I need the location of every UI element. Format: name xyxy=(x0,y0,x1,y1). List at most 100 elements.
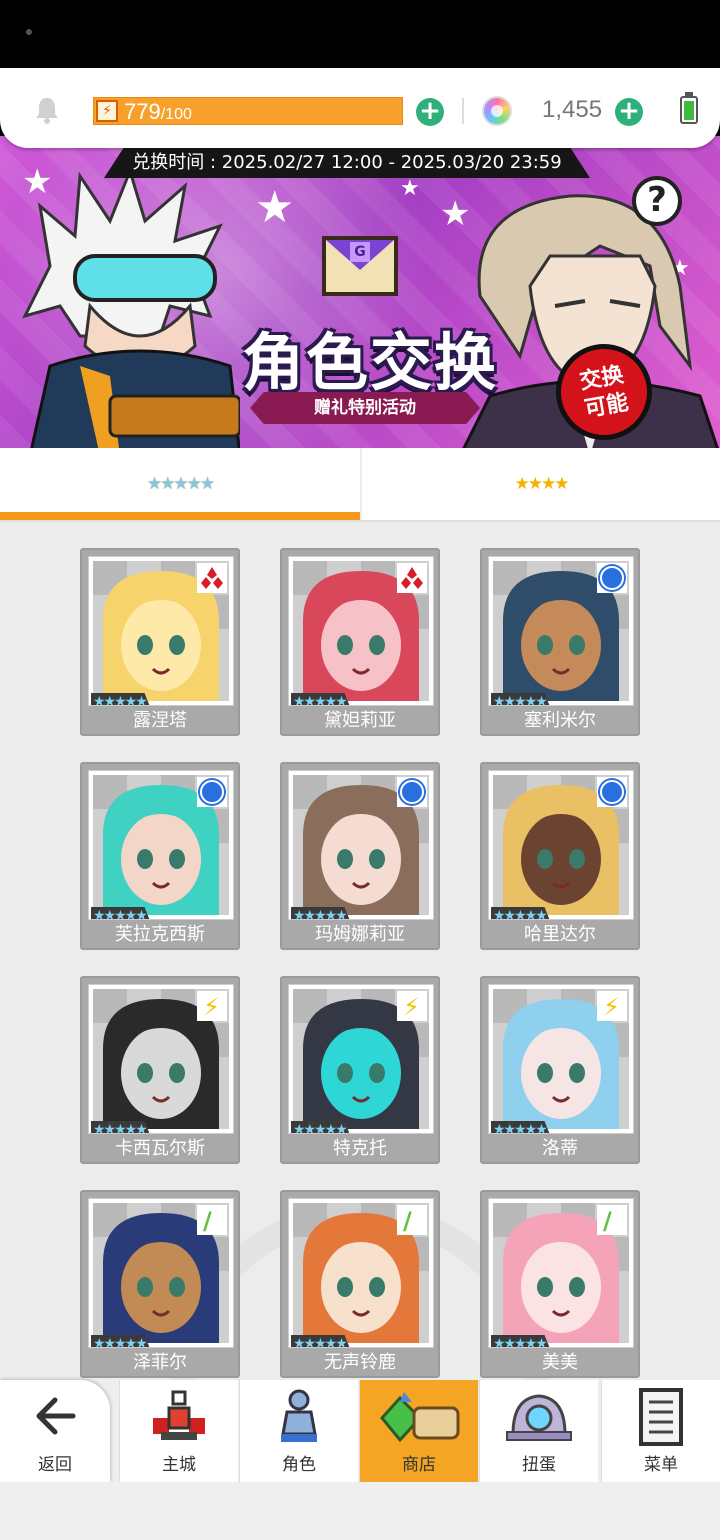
lightning-icon: ⚡ xyxy=(397,991,427,1021)
banner-subtitle: 赠礼特别活动 xyxy=(250,392,480,424)
rarity-stars: ★★★★★ xyxy=(291,907,352,919)
help-button[interactable]: ? xyxy=(632,176,682,226)
character-grid: ★★★★★ 露涅塔 ★★★★★ 黛妲莉亚 ★★★★★ 塞利米尔 ★★★★★ 芙拉克西斯 ★★★★… xyxy=(0,522,720,1382)
character-card[interactable]: / ★★★★★ 泽菲尔 xyxy=(80,1190,240,1378)
bottom-nav: 返回 主城 角色 商店 扭蛋 菜单 xyxy=(0,1380,720,1482)
character-name: 卡西瓦尔斯 xyxy=(115,1138,205,1159)
rarity-stars: ★★★★★ xyxy=(291,1121,352,1133)
character-name: 塞利米尔 xyxy=(524,710,596,731)
nav-character[interactable]: 角色 xyxy=(240,1380,358,1482)
blue-circle-icon xyxy=(597,777,627,807)
character-card[interactable]: ★★★★★ 塞利米尔 xyxy=(480,548,640,736)
gacha-icon xyxy=(506,1394,572,1441)
character-card[interactable]: ⚡ ★★★★★ 洛蒂 xyxy=(480,976,640,1164)
system-nav-bar xyxy=(0,1482,720,1540)
leaf-icon: / xyxy=(397,1205,427,1235)
event-banner[interactable]: ★ ★ ★ ★ ★ 兑换时间 : 2025.02/27 12:00 - 2025… xyxy=(0,136,720,448)
nav-shop[interactable]: 商店 xyxy=(360,1380,478,1482)
character-name: 洛蒂 xyxy=(542,1138,578,1159)
nav-castle[interactable]: 主城 xyxy=(120,1380,238,1482)
nav-shop-label: 商店 xyxy=(402,1455,436,1475)
badge-line-2: 可能 xyxy=(582,390,631,423)
character-portrait: ★★★★★ xyxy=(88,556,234,706)
blue-circle-icon xyxy=(197,777,227,807)
character-portrait: / ★★★★★ xyxy=(488,1198,634,1348)
character-name: 黛妲莉亚 xyxy=(324,710,396,731)
nav-castle-label: 主城 xyxy=(162,1455,196,1475)
character-name: 无声铃鹿 xyxy=(324,1352,396,1373)
character-portrait: / ★★★★★ xyxy=(88,1198,234,1348)
battery-icon xyxy=(680,92,698,124)
add-gem-button[interactable]: + xyxy=(615,98,643,126)
back-label: 返回 xyxy=(38,1455,72,1475)
character-card[interactable]: ⚡ ★★★★★ 卡西瓦尔斯 xyxy=(80,976,240,1164)
badge-line-1: 交换 xyxy=(577,362,626,395)
arrow-left-icon xyxy=(36,1397,76,1435)
character-portrait: ★★★★★ xyxy=(88,770,234,920)
character-name: 美美 xyxy=(542,1352,578,1373)
character-card[interactable]: ⚡ ★★★★★ 特克托 xyxy=(280,976,440,1164)
bell-icon[interactable] xyxy=(34,96,60,124)
lightning-icon: ⚡ xyxy=(197,991,227,1021)
rarity-stars: ★★★★★ xyxy=(91,1121,152,1133)
blue-circle-icon xyxy=(597,563,627,593)
character-illustration-left xyxy=(22,166,240,448)
exchange-time-label: 兑换时间 : 2025.02/27 12:00 - 2025.03/20 23:… xyxy=(104,148,590,178)
rarity-stars: ★★★★★ xyxy=(291,1335,352,1347)
nav-character-label: 角色 xyxy=(282,1455,316,1475)
tab-4-star[interactable]: ★★★★ xyxy=(360,448,720,522)
character-card[interactable]: ★★★★★ 黛妲莉亚 xyxy=(280,548,440,736)
energy-value: 779 xyxy=(124,99,161,124)
gem-icon xyxy=(482,96,512,126)
character-portrait: ★★★★★ xyxy=(488,770,634,920)
red-diamond-icon xyxy=(197,563,227,593)
nav-menu[interactable]: 菜单 xyxy=(602,1380,720,1482)
tab-label-5-star: ★★★★★ xyxy=(146,474,215,494)
status-bar xyxy=(0,0,720,68)
gem-count: 1,455 xyxy=(542,96,603,123)
add-energy-button[interactable]: + xyxy=(416,98,444,126)
rarity-stars: ★★★★★ xyxy=(491,1121,552,1133)
character-icon xyxy=(281,1389,317,1442)
lightning-icon: ⚡ xyxy=(96,100,118,122)
character-card[interactable]: ★★★★★ 哈里达尔 xyxy=(480,762,640,950)
rarity-stars: ★★★★★ xyxy=(491,693,552,705)
character-portrait: ⚡ ★★★★★ xyxy=(288,984,434,1134)
character-portrait: ★★★★★ xyxy=(488,556,634,706)
character-card[interactable]: ★★★★★ 芙拉克西斯 xyxy=(80,762,240,950)
mail-letter: G xyxy=(350,242,370,262)
character-name: 露涅塔 xyxy=(133,710,187,731)
character-card[interactable]: / ★★★★★ 无声铃鹿 xyxy=(280,1190,440,1378)
rarity-stars: ★★★★★ xyxy=(491,1335,552,1347)
character-card[interactable]: ★★★★★ 玛姆娜莉亚 xyxy=(280,762,440,950)
tab-label-4-star: ★★★★ xyxy=(514,474,570,494)
back-button[interactable]: 返回 xyxy=(0,1380,110,1482)
nav-gacha[interactable]: 扭蛋 xyxy=(480,1380,598,1482)
lightning-icon: ⚡ xyxy=(597,991,627,1021)
mail-icon: G xyxy=(322,236,398,296)
character-name: 玛姆娜莉亚 xyxy=(315,924,405,945)
banner-title: 角色交换 xyxy=(241,326,498,399)
star-icon: ★ xyxy=(400,176,420,201)
notification-dot xyxy=(26,29,32,35)
character-portrait: ★★★★★ xyxy=(288,556,434,706)
red-diamond-icon xyxy=(397,563,427,593)
star-icon: ★ xyxy=(255,182,295,233)
rarity-tabs: ★★★★★ ★★★★ xyxy=(0,448,720,522)
rarity-stars: ★★★★★ xyxy=(491,907,552,919)
rarity-stars: ★★★★★ xyxy=(91,1335,152,1347)
character-portrait: ⚡ ★★★★★ xyxy=(488,984,634,1134)
character-name: 泽菲尔 xyxy=(133,1352,187,1373)
character-card[interactable]: ★★★★★ 露涅塔 xyxy=(80,548,240,736)
energy-bar: ⚡ 779/100 xyxy=(93,97,403,125)
rarity-stars: ★★★★★ xyxy=(91,693,152,705)
shop-icon xyxy=(380,1392,460,1443)
character-card[interactable]: / ★★★★★ 美美 xyxy=(480,1190,640,1378)
character-portrait: ⚡ ★★★★★ xyxy=(88,984,234,1134)
rarity-stars: ★★★★★ xyxy=(91,907,152,919)
character-name: 芙拉克西斯 xyxy=(115,924,205,945)
tab-5-star[interactable]: ★★★★★ xyxy=(0,448,360,522)
castle-icon xyxy=(153,1390,205,1440)
menu-icon xyxy=(639,1388,683,1446)
character-name: 哈里达尔 xyxy=(524,924,596,945)
